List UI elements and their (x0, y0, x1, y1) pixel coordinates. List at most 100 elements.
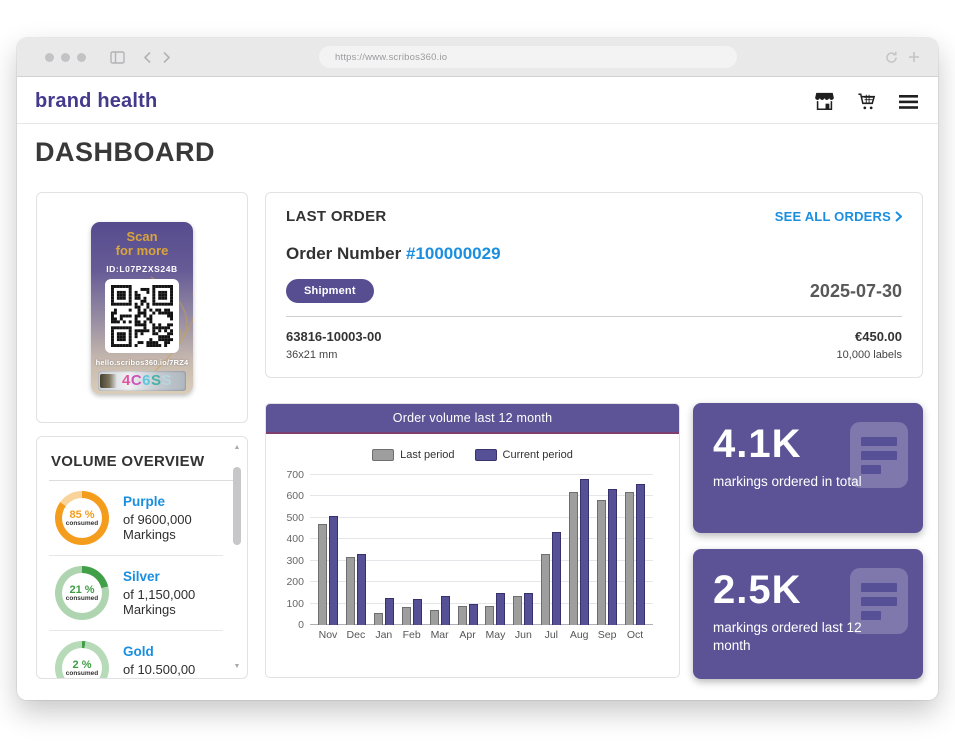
scroll-up-icon[interactable]: ▲ (234, 443, 241, 453)
window-minimize-button[interactable] (61, 53, 70, 62)
bar-current-period-aug (580, 479, 589, 625)
bar-current-period-may (496, 593, 505, 625)
qr-code (105, 279, 179, 353)
volume-detail: of 10.500,00 Markings (123, 662, 223, 679)
back-icon[interactable] (143, 51, 152, 64)
legend-current-period: Current period (475, 449, 573, 461)
order-list-icon (850, 568, 908, 634)
bar-group-jul (537, 532, 565, 625)
bar-series (314, 475, 649, 625)
y-axis-tick: 600 (274, 490, 304, 502)
bar-last-period-may (485, 606, 494, 625)
bar-group-oct (621, 484, 649, 625)
x-axis-tick: Jan (370, 629, 398, 641)
see-all-orders-link[interactable]: SEE ALL ORDERS (775, 209, 902, 224)
stat-card-markings-12-month[interactable]: 2.5K markings ordered last 12 month (693, 549, 923, 679)
x-axis-tick: Jun (509, 629, 537, 641)
consumed-label: consumed (66, 670, 99, 677)
volume-detail: of 9600,000 Markings (123, 512, 223, 542)
volume-overview-card: VOLUME OVERVIEW 85 % consumed Purple of … (36, 436, 248, 679)
hologram-letter: S (162, 372, 173, 389)
stat-label: markings ordered last 12 month (713, 619, 863, 654)
bar-last-period-oct (625, 492, 634, 625)
bar-last-period-dec (346, 557, 355, 625)
refresh-icon[interactable] (885, 51, 898, 64)
bar-group-aug (565, 479, 593, 625)
x-axis-tick: Jul (537, 629, 565, 641)
last-order-card: LAST ORDER SEE ALL ORDERS Order Number #… (265, 192, 923, 378)
app-header: brand health (17, 77, 938, 123)
bar-last-period-nov (318, 524, 327, 625)
volume-item-purple: 85 % consumed Purple of 9600,000 Marking… (49, 481, 223, 555)
bar-current-period-jan (385, 598, 394, 625)
browser-window: https://www.scribos360.io brand health (17, 38, 938, 700)
store-icon[interactable] (814, 92, 835, 111)
sidebar-icon[interactable] (110, 51, 125, 64)
bar-current-period-dec (357, 554, 366, 625)
x-axis-tick: Apr (454, 629, 482, 641)
order-number-link[interactable]: #100000029 (406, 244, 501, 263)
consumed-label: consumed (66, 520, 99, 527)
bar-current-period-apr (469, 604, 478, 625)
consumed-label: consumed (66, 595, 99, 602)
window-zoom-button[interactable] (77, 53, 86, 62)
volume-detail: of 1,150,000 Markings (123, 587, 223, 617)
x-axis-tick: Aug (565, 629, 593, 641)
bar-current-period-sep (608, 489, 617, 625)
bar-group-jun (509, 593, 537, 625)
bar-group-apr (454, 604, 482, 625)
security-label-image: Scan for more ID:L07PZXS24B hello.scribo… (91, 222, 193, 394)
volume-item-silver: 21 % consumed Silver of 1,150,000 Markin… (49, 555, 223, 630)
chevron-right-icon (895, 211, 902, 222)
new-tab-icon[interactable] (908, 51, 920, 63)
legend-swatch (372, 449, 394, 461)
hologram-strip: 4C6SS (98, 371, 186, 391)
scrollbar-track[interactable] (233, 453, 241, 662)
bar-last-period-jul (541, 554, 550, 625)
order-volume-chart-card: Order volume last 12 month Last period C… (265, 403, 680, 678)
bar-group-may (481, 593, 509, 625)
y-axis-tick: 100 (274, 598, 304, 610)
page-title: DASHBOARD (17, 124, 938, 168)
bar-last-period-mar (430, 610, 439, 625)
volume-overview-title: VOLUME OVERVIEW (49, 449, 223, 480)
cart-icon[interactable] (857, 92, 877, 111)
bar-last-period-aug (569, 492, 578, 625)
chart-plot: 0100200300400500600700 NovDecJanFebMarAp… (310, 475, 653, 641)
hologram-letter: S (151, 372, 162, 389)
stat-card-total-markings[interactable]: 4.1K markings ordered in total (693, 403, 923, 533)
bar-current-period-mar (441, 596, 450, 625)
status-badge: Shipment (286, 279, 374, 303)
bar-group-mar (426, 596, 454, 625)
scroll-down-icon[interactable]: ▼ (234, 662, 241, 672)
y-axis-tick: 500 (274, 512, 304, 524)
bar-current-period-feb (413, 599, 422, 625)
y-axis-tick: 400 (274, 533, 304, 545)
divider (286, 316, 902, 317)
legend-last-period: Last period (372, 449, 454, 461)
x-axis-tick: Mar (426, 629, 454, 641)
chart-legend: Last period Current period (266, 449, 679, 461)
progress-ring: 2 % consumed (55, 641, 109, 679)
menu-icon[interactable] (899, 95, 918, 109)
volume-item-gold: 2 % consumed Gold of 10.500,00 Markings (49, 630, 223, 679)
window-close-button[interactable] (45, 53, 54, 62)
marking-id-text: ID:L07PZXS24B (91, 264, 193, 274)
y-axis-tick: 700 (274, 469, 304, 481)
forward-icon[interactable] (162, 51, 171, 64)
bar-group-jan (370, 598, 398, 625)
bar-current-period-oct (636, 484, 645, 625)
y-axis-tick: 200 (274, 576, 304, 588)
brand-logo: brand health (35, 90, 157, 113)
address-bar[interactable]: https://www.scribos360.io (319, 46, 737, 68)
hologram-letter: C (131, 372, 142, 389)
hologram-code-text: 4C6SS (122, 373, 172, 388)
window-controls (45, 53, 86, 62)
bar-last-period-sep (597, 500, 606, 625)
order-item-code: 63816-10003-00 (286, 329, 381, 344)
scrollbar-thumb[interactable] (233, 467, 241, 545)
volume-name: Silver (123, 569, 223, 584)
scrollbar[interactable]: ▲ ▼ (232, 443, 242, 672)
order-quantity: 10,000 labels (837, 349, 902, 361)
bar-group-feb (398, 599, 426, 625)
